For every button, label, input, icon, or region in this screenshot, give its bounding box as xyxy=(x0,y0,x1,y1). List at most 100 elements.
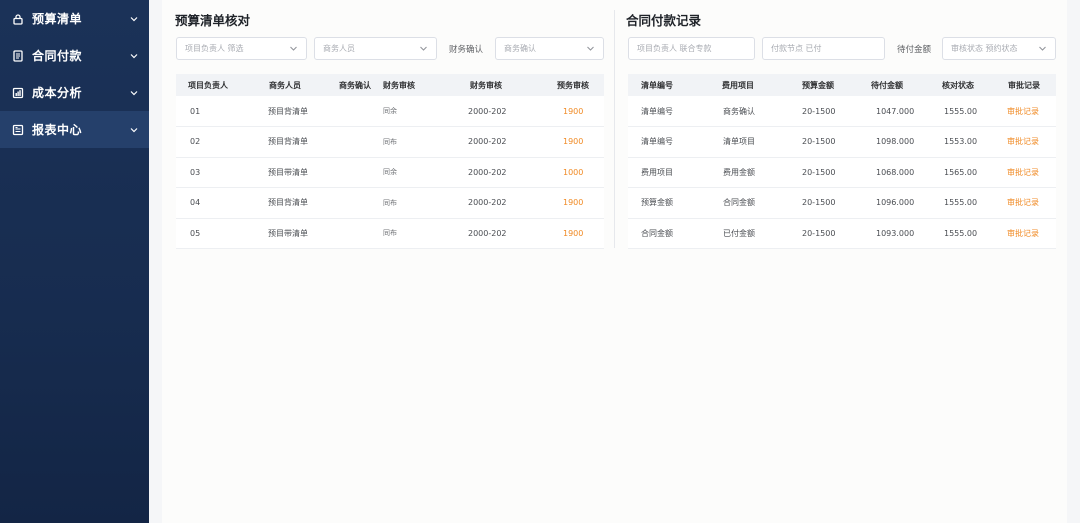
sidebar: 预算清单 合同付款 成本分析 报表中心 xyxy=(0,0,149,523)
cell: 1900 xyxy=(538,218,604,249)
cell: 20-1500 xyxy=(789,187,863,219)
column-header: 审批记录 xyxy=(993,74,1056,96)
cell: 1555.00 xyxy=(930,96,993,127)
column-header: 核对状态 xyxy=(930,74,993,96)
sidebar-item-cost-analysis[interactable]: 成本分析 xyxy=(0,74,149,111)
table-header-row: 项目负责人 商务人员 商务确认 财务审核 财务审核 预务审核 xyxy=(176,74,604,96)
column-header: 商务确认 xyxy=(327,74,383,96)
cell xyxy=(327,218,383,249)
approval-record-link[interactable]: 审批记录 xyxy=(993,96,1056,127)
cell: 同布 xyxy=(383,218,460,249)
content-panel: 预算清单核对 项目负责人 筛选 商务人员 财务确认 商务确认 项目负责人 商务人… xyxy=(162,0,1067,523)
cell: 合同金额 xyxy=(709,187,789,219)
cell: 2000-202 xyxy=(460,96,538,127)
section-divider xyxy=(614,10,615,248)
finance-confirm-select[interactable]: 商务确认 xyxy=(495,37,604,60)
owner-select[interactable]: 项目负责人 筛选 xyxy=(176,37,307,60)
cell: 预目背清单 xyxy=(256,187,327,219)
cell: 20-1500 xyxy=(789,218,863,249)
cell: 02 xyxy=(176,126,256,158)
cell: 1565.00 xyxy=(930,157,993,188)
table-row[interactable]: 预算金额 合同金额 20-1500 1096.000 1555.00 审批记录 xyxy=(628,187,1056,219)
cell: 03 xyxy=(176,157,256,188)
cell: 04 xyxy=(176,187,256,219)
cell: 预目带清单 xyxy=(256,218,327,249)
owner-select-placeholder: 项目负责人 筛选 xyxy=(185,44,244,53)
cell xyxy=(327,157,383,188)
cell: 清单编号 xyxy=(628,126,709,158)
sidebar-item-contract-payment[interactable]: 合同付款 xyxy=(0,37,149,74)
table-row[interactable]: 清单编号 商务确认 20-1500 1047.000 1555.00 审批记录 xyxy=(628,96,1056,127)
table-row[interactable]: 01 预目背清单 同余 2000-202 1900 xyxy=(176,96,604,127)
cell: 1098.000 xyxy=(863,126,930,158)
cell: 清单编号 xyxy=(628,96,709,127)
cell: 同余 xyxy=(383,96,460,127)
sidebar-item-label: 报表中心 xyxy=(32,123,83,137)
finance-confirm-label: 财务确认 xyxy=(449,44,484,55)
report-icon xyxy=(12,124,24,136)
budget-check-table: 项目负责人 商务人员 商务确认 财务审核 财务审核 预务审核 01 预目背清单 … xyxy=(176,74,604,249)
cell: 20-1500 xyxy=(789,157,863,188)
approval-record-link[interactable]: 审批记录 xyxy=(993,157,1056,188)
pending-amount-placeholder: 审核状态 预约状态 xyxy=(951,44,1018,53)
pending-amount-select[interactable]: 审核状态 预约状态 xyxy=(942,37,1056,60)
cell: 同余 xyxy=(383,157,460,188)
cell: 同布 xyxy=(383,187,460,219)
cell: 2000-202 xyxy=(460,126,538,158)
cell: 2000-202 xyxy=(460,187,538,219)
approval-record-link[interactable]: 审批记录 xyxy=(993,218,1056,249)
cell: 已付金额 xyxy=(709,218,789,249)
payment-owner-input[interactable]: 项目负责人 联合专款 xyxy=(628,37,755,60)
cell: 1553.00 xyxy=(930,126,993,158)
cell: 01 xyxy=(176,96,256,127)
chevron-down-icon xyxy=(586,44,595,53)
table-row[interactable]: 02 预目背清单 同布 2000-202 1900 xyxy=(176,126,604,158)
cell: 预目带清单 xyxy=(256,157,327,188)
payment-node-placeholder: 付款节点 已付 xyxy=(771,44,822,53)
sidebar-item-budget-list[interactable]: 预算清单 xyxy=(0,0,149,37)
cell: 同布 xyxy=(383,126,460,158)
column-header: 待付金额 xyxy=(863,74,930,96)
chevron-down-icon xyxy=(129,14,139,24)
cell: 2000-202 xyxy=(460,218,538,249)
cell: 合同金额 xyxy=(628,218,709,249)
section-title-contract-payment: 合同付款记录 xyxy=(626,13,702,28)
table-row[interactable]: 03 预目带清单 同余 2000-202 1000 xyxy=(176,157,604,188)
sidebar-item-label: 预算清单 xyxy=(32,12,83,26)
column-header: 预算金额 xyxy=(789,74,863,96)
cell: 预目背清单 xyxy=(256,126,327,158)
table-header-row: 清单编号 费用项目 预算金额 待付金额 核对状态 审批记录 xyxy=(628,74,1056,96)
cell: 预目背清单 xyxy=(256,96,327,127)
cell: 费用金额 xyxy=(709,157,789,188)
sidebar-item-label: 成本分析 xyxy=(32,86,83,100)
cell: 20-1500 xyxy=(789,96,863,127)
column-header: 项目负责人 xyxy=(176,74,256,96)
column-header: 预务审核 xyxy=(538,74,604,96)
document-icon xyxy=(12,49,24,62)
column-header: 商务人员 xyxy=(256,74,327,96)
chevron-down-icon xyxy=(289,44,298,53)
column-header: 费用项目 xyxy=(709,74,789,96)
cell: 1900 xyxy=(538,187,604,219)
cell xyxy=(327,126,383,158)
chevron-down-icon xyxy=(1038,44,1047,53)
cell: 1068.000 xyxy=(863,157,930,188)
approval-record-link[interactable]: 审批记录 xyxy=(993,187,1056,219)
table-row[interactable]: 合同金额 已付金额 20-1500 1093.000 1555.00 审批记录 xyxy=(628,218,1056,249)
cell: 费用项目 xyxy=(628,157,709,188)
table-row[interactable]: 费用项目 费用金额 20-1500 1068.000 1565.00 审批记录 xyxy=(628,157,1056,188)
cell: 1093.000 xyxy=(863,218,930,249)
approval-record-link[interactable]: 审批记录 xyxy=(993,126,1056,158)
contract-payment-table: 清单编号 费用项目 预算金额 待付金额 核对状态 审批记录 清单编号 商务确认 … xyxy=(628,74,1056,249)
main-area: 预算清单核对 项目负责人 筛选 商务人员 财务确认 商务确认 项目负责人 商务人… xyxy=(149,0,1080,523)
business-select[interactable]: 商务人员 xyxy=(314,37,437,60)
table-row[interactable]: 05 预目带清单 同布 2000-202 1900 xyxy=(176,218,604,249)
cell xyxy=(327,187,383,219)
chevron-down-icon xyxy=(419,44,428,53)
cell: 1096.000 xyxy=(863,187,930,219)
sidebar-item-report-center[interactable]: 报表中心 xyxy=(0,111,149,148)
table-row[interactable]: 清单编号 清单项目 20-1500 1098.000 1553.00 审批记录 xyxy=(628,126,1056,158)
payment-node-input[interactable]: 付款节点 已付 xyxy=(762,37,885,60)
table-row[interactable]: 04 预目背清单 同布 2000-202 1900 xyxy=(176,187,604,219)
cell xyxy=(327,96,383,127)
